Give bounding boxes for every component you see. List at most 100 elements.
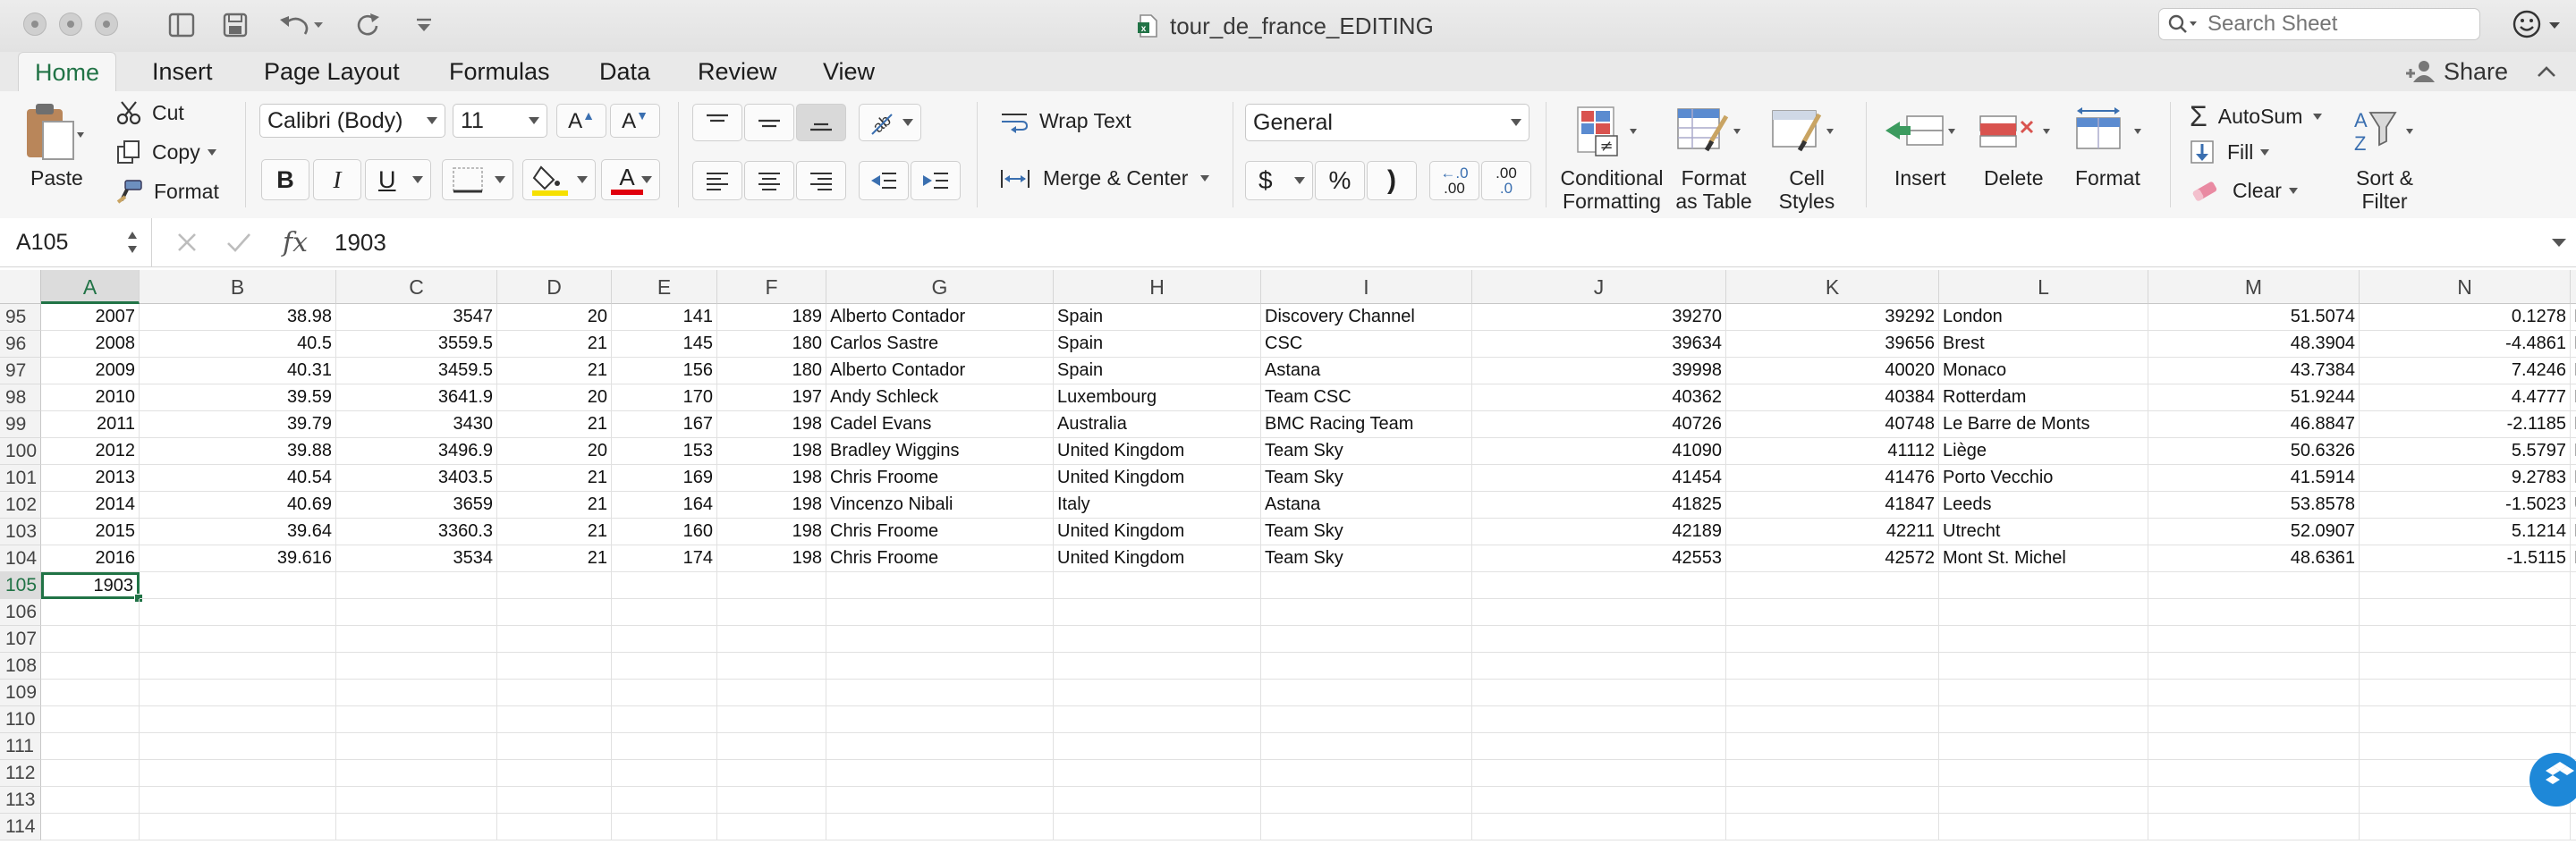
cell[interactable] [336, 680, 497, 706]
cell[interactable] [140, 572, 336, 599]
cell[interactable] [497, 706, 612, 733]
dropbox-badge-icon[interactable] [2529, 753, 2576, 807]
cell[interactable]: 2015 [41, 519, 140, 545]
cell[interactable] [1726, 814, 1939, 840]
cell[interactable] [826, 760, 1054, 787]
cell[interactable]: 43.7384 [2148, 358, 2360, 384]
cell[interactable]: France [2571, 411, 2576, 438]
cell[interactable]: Spain [1054, 358, 1261, 384]
cell[interactable] [612, 653, 717, 680]
cell[interactable]: 40.54 [140, 465, 336, 492]
cell[interactable] [1726, 706, 1939, 733]
cell[interactable]: United Kingdom [1054, 519, 1261, 545]
cell[interactable] [826, 626, 1054, 653]
merge-center-button[interactable]: Merge & Center [1000, 166, 1210, 190]
cell[interactable] [140, 653, 336, 680]
row-header[interactable]: 110 [0, 706, 41, 733]
decrease-decimal-button[interactable]: .00.0 [1481, 161, 1531, 200]
redo-icon[interactable] [352, 9, 383, 41]
cell[interactable]: 145 [612, 331, 717, 358]
cell[interactable] [612, 787, 717, 814]
comma-style-button[interactable]: ) [1367, 161, 1417, 200]
cell[interactable] [1472, 599, 1726, 626]
cell[interactable] [1054, 572, 1261, 599]
align-middle-button[interactable] [744, 104, 794, 141]
cell[interactable] [1261, 626, 1472, 653]
row-header[interactable]: 107 [0, 626, 41, 653]
cell[interactable]: France [2571, 465, 2576, 492]
cell[interactable] [1472, 814, 1726, 840]
cell[interactable]: 180 [717, 331, 826, 358]
cell[interactable] [717, 814, 826, 840]
cell[interactable]: United Kingdom [1054, 545, 1261, 572]
cell[interactable]: Team Sky [1261, 545, 1472, 572]
clear-button[interactable]: Clear [2190, 179, 2298, 203]
cell[interactable] [2360, 572, 2571, 599]
cell[interactable]: Astana [1261, 358, 1472, 384]
cell[interactable]: 198 [717, 465, 826, 492]
font-name-dropdown[interactable]: Calibri (Body) [259, 104, 445, 138]
cell-styles-button[interactable] [1767, 104, 1839, 157]
sidebar-toggle-icon[interactable] [166, 9, 197, 41]
feedback-smiley-icon[interactable] [2512, 9, 2542, 39]
italic-button[interactable]: I [313, 159, 361, 200]
cell[interactable] [2148, 760, 2360, 787]
cell[interactable]: Le Barre de Monts [1939, 411, 2148, 438]
share-button[interactable]: Share [2404, 52, 2508, 91]
fill-color-button[interactable] [522, 159, 596, 200]
active-cell[interactable]: 1903 [41, 572, 140, 599]
cell[interactable] [1939, 626, 2148, 653]
cell[interactable] [717, 733, 826, 760]
cell[interactable]: Bradley Wiggins [826, 438, 1054, 465]
cell[interactable]: Cadel Evans [826, 411, 1054, 438]
cell[interactable]: CSC [1261, 331, 1472, 358]
cell[interactable] [497, 760, 612, 787]
cell[interactable]: Rotterdam [1939, 384, 2148, 411]
cell[interactable] [336, 733, 497, 760]
cell[interactable] [612, 572, 717, 599]
cell[interactable] [1726, 680, 1939, 706]
row-header[interactable]: 104 [0, 545, 41, 572]
cell[interactable]: Porto Vecchio [1939, 465, 2148, 492]
cell[interactable]: Team Sky [1261, 519, 1472, 545]
row-header[interactable]: 95 [0, 304, 41, 331]
cell[interactable] [2360, 706, 2571, 733]
cell[interactable] [612, 706, 717, 733]
cell[interactable]: 21 [497, 545, 612, 572]
cell[interactable] [2148, 572, 2360, 599]
insert-cells-button[interactable] [1882, 104, 1959, 157]
cell[interactable]: 39.79 [140, 411, 336, 438]
cell[interactable]: 164 [612, 492, 717, 519]
save-icon[interactable] [220, 9, 250, 41]
cell[interactable] [1726, 653, 1939, 680]
cell[interactable] [717, 572, 826, 599]
cell[interactable] [1939, 787, 2148, 814]
cell[interactable]: Chris Froome [826, 545, 1054, 572]
column-header-b[interactable]: B [140, 270, 336, 304]
cell[interactable] [1726, 626, 1939, 653]
cell[interactable]: 40726 [1472, 411, 1726, 438]
cell[interactable] [497, 626, 612, 653]
cell[interactable]: 2008 [41, 331, 140, 358]
clear-dropdown-icon[interactable] [2288, 188, 2298, 194]
feedback-dropdown-icon[interactable] [2544, 9, 2565, 41]
cell[interactable]: 2011 [41, 411, 140, 438]
cell[interactable] [1261, 572, 1472, 599]
cell[interactable]: 48.3904 [2148, 331, 2360, 358]
tab-formulas[interactable]: Formulas [449, 52, 550, 91]
cell[interactable] [497, 814, 612, 840]
cell[interactable] [717, 653, 826, 680]
cell[interactable]: 39.616 [140, 545, 336, 572]
confirm-entry-icon[interactable] [225, 231, 252, 258]
decrease-font-size-button[interactable]: A▼ [610, 104, 660, 138]
tab-page-layout[interactable]: Page Layout [264, 52, 400, 91]
cell[interactable] [2148, 706, 2360, 733]
cell[interactable]: 39.88 [140, 438, 336, 465]
column-header-m[interactable]: M [2148, 270, 2360, 304]
column-header-h[interactable]: H [1054, 270, 1261, 304]
cell[interactable] [140, 733, 336, 760]
cell[interactable]: 40020 [1726, 358, 1939, 384]
cell[interactable] [336, 760, 497, 787]
autosum-button[interactable]: Σ AutoSum [2190, 100, 2323, 133]
cell[interactable]: 2016 [41, 545, 140, 572]
